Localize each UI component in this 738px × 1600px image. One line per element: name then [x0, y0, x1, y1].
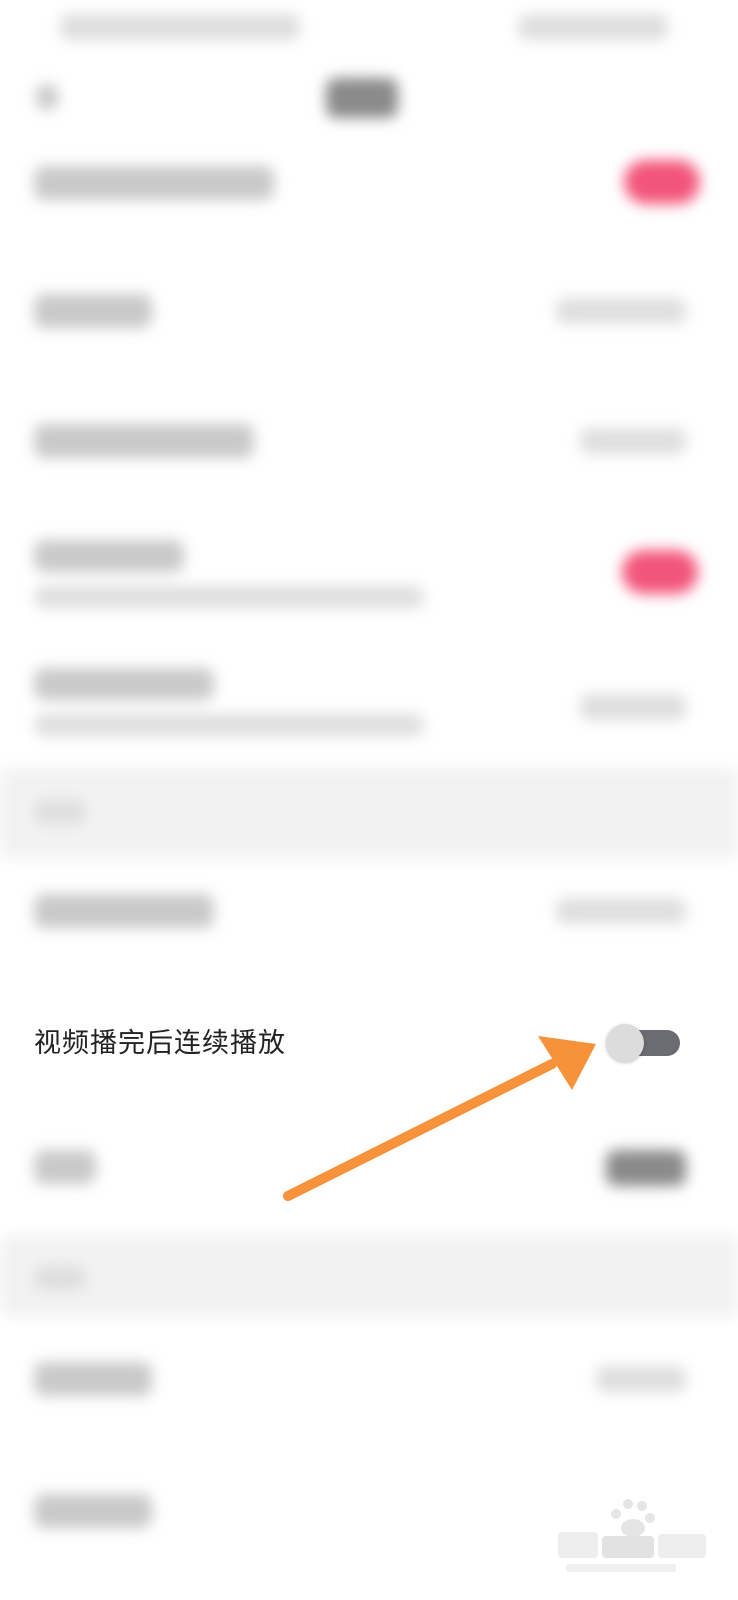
row-3-label: [34, 424, 254, 458]
row-2-value: [556, 298, 686, 324]
row-5-label: [34, 668, 214, 700]
settings-screen: 视频播完后连续播放: [0, 0, 738, 1600]
row-5-description: [34, 714, 424, 736]
row-9-label: [34, 1362, 152, 1396]
continuous-play-label: 视频播完后连续播放: [34, 1028, 286, 1059]
toggle-knob: [606, 1024, 644, 1062]
row-3-value: [580, 428, 686, 454]
row-4-description: [34, 586, 424, 608]
baidu-watermark-logo-icon: [558, 1499, 706, 1572]
row-10-label: [34, 1494, 152, 1528]
row-9-value: [596, 1366, 686, 1392]
row-8-value: [606, 1150, 686, 1186]
row-8-label: [34, 1150, 96, 1184]
page-title: [326, 78, 398, 118]
blurred-settings-list: [0, 0, 738, 1600]
section-header-2-label: [34, 1266, 86, 1290]
section-header-2: [0, 1236, 738, 1316]
row-1-label: [34, 166, 274, 200]
section-header-1-label: [34, 800, 86, 824]
section-header-1: [0, 768, 738, 858]
row-5-value: [580, 694, 686, 720]
status-bar-left: [60, 14, 300, 40]
continuous-play-toggle[interactable]: [606, 1024, 680, 1062]
back-icon[interactable]: [36, 84, 58, 110]
status-bar-right: [518, 14, 668, 40]
row-6-value: [556, 898, 686, 924]
row-4-label: [34, 540, 184, 572]
row-1-toggle[interactable]: [624, 160, 700, 204]
row-6-label: [34, 894, 214, 928]
row-4-toggle[interactable]: [622, 550, 698, 594]
row-2-label: [34, 294, 152, 328]
